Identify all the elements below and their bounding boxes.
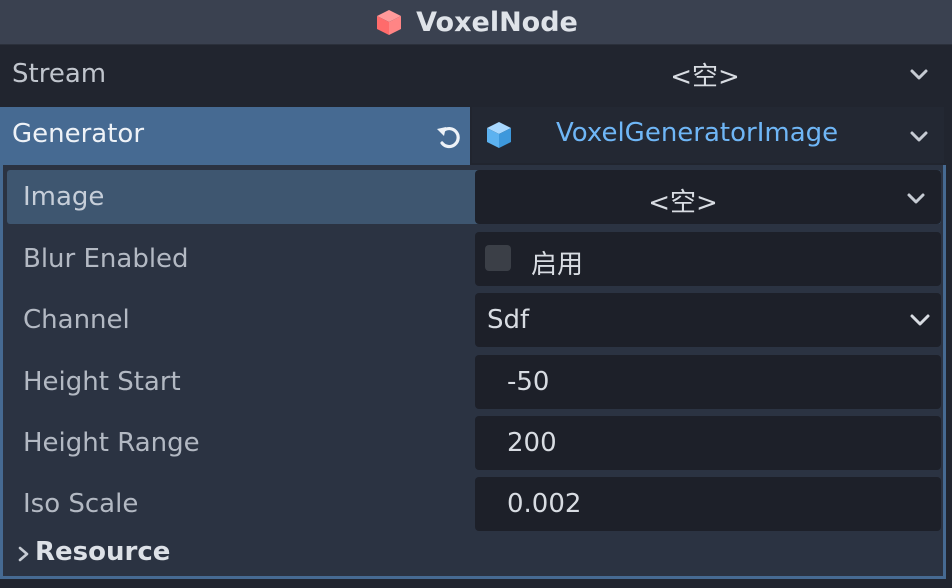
height-start-value: -50 <box>507 367 550 397</box>
height-range-spinbox[interactable]: 200 <box>475 416 941 470</box>
generator-label: Generator <box>12 119 145 149</box>
image-value: <空> <box>648 188 718 218</box>
voxel-node-icon <box>377 10 402 35</box>
height-range-label: Height Range <box>23 428 200 458</box>
chevron-down-icon[interactable] <box>905 187 927 209</box>
inspector-header: VoxelNode <box>0 0 952 45</box>
chevron-down-icon[interactable] <box>908 125 930 147</box>
iso-scale-property-row: Iso Scale 0.002 <box>7 477 941 531</box>
chevron-down-icon[interactable] <box>909 309 931 331</box>
iso-scale-value: 0.002 <box>507 489 582 519</box>
chevron-right-icon <box>18 546 29 562</box>
revert-icon[interactable] <box>434 122 464 152</box>
image-resource-picker[interactable]: <空> <box>475 170 941 224</box>
voxel-generator-icon <box>487 122 511 148</box>
generator-resource-picker[interactable]: VoxelGeneratorImage <box>472 107 944 163</box>
channel-property-row: Channel Sdf <box>7 293 941 347</box>
stream-label: Stream <box>12 59 107 89</box>
chevron-down-icon[interactable] <box>908 63 930 85</box>
height-start-spinbox[interactable]: -50 <box>475 355 941 409</box>
iso-scale-spinbox[interactable]: 0.002 <box>475 477 941 531</box>
stream-property-row[interactable]: Stream <空> <box>0 45 952 103</box>
iso-scale-label: Iso Scale <box>23 489 139 519</box>
blur-enabled-label: Blur Enabled <box>23 244 189 274</box>
blur-enabled-checkbox[interactable] <box>485 245 511 271</box>
generator-value: VoxelGeneratorImage <box>556 118 839 148</box>
stream-value[interactable]: <空> <box>470 56 940 93</box>
channel-select[interactable]: Sdf <box>475 293 941 347</box>
checkbox-on-label: 启用 <box>531 250 584 280</box>
image-property-row[interactable]: Image <空> <box>7 170 941 224</box>
blur-enabled-property-row: Blur Enabled 启用 <box>7 232 941 286</box>
height-start-property-row: Height Start -50 <box>7 355 941 409</box>
height-range-property-row: Height Range 200 <box>7 416 941 470</box>
channel-label: Channel <box>23 305 130 335</box>
resource-section-label: Resource <box>35 537 171 567</box>
height-range-value: 200 <box>507 428 557 458</box>
node-title: VoxelNode <box>416 6 578 38</box>
blur-enabled-checkbox-field[interactable]: 启用 <box>475 232 941 286</box>
image-label: Image <box>23 182 105 212</box>
channel-value: Sdf <box>487 305 530 335</box>
generator-label-cell[interactable]: Generator <box>0 107 470 165</box>
generator-subinspector: Image <空> Blur Enabled 启用 Channel Sdf He… <box>0 165 946 579</box>
height-start-label: Height Start <box>23 367 181 397</box>
